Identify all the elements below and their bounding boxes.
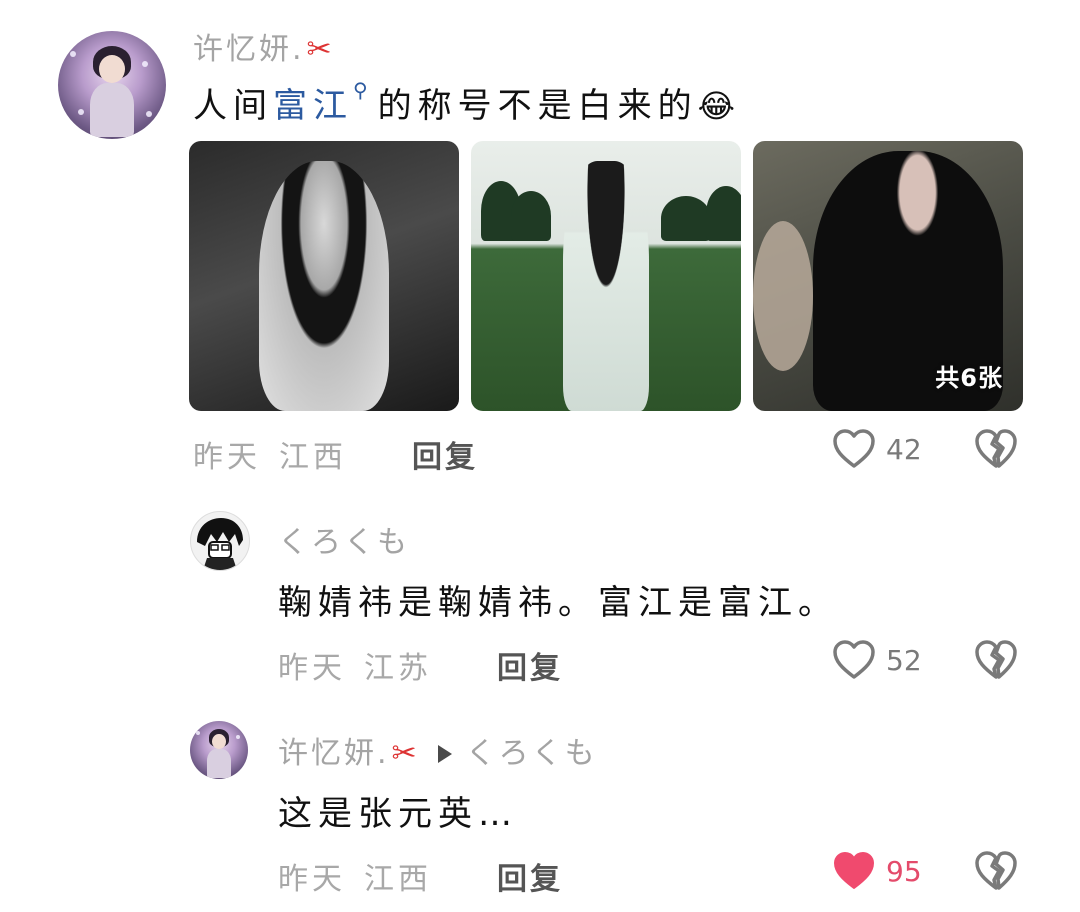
reply-meta: 昨天 江西: [278, 854, 432, 898]
broken-heart-icon: [975, 640, 1017, 679]
comment-location: 江西: [279, 440, 347, 475]
photo-thumbnail-2[interactable]: [471, 141, 741, 411]
search-icon: ⚲: [353, 78, 374, 102]
like-button[interactable]: 52: [832, 639, 922, 681]
photo-count-badge: 共6张: [935, 364, 1003, 392]
like-count: 52: [886, 643, 922, 677]
comment-meta: 昨天 江西: [193, 432, 347, 476]
reply-button[interactable]: 回复: [497, 643, 563, 687]
dislike-button[interactable]: [973, 850, 1019, 896]
reply-location: 江苏: [364, 651, 432, 686]
photo-thumbnail-3[interactable]: 共6张: [753, 141, 1023, 411]
like-count: 42: [886, 432, 922, 466]
reply-meta: 昨天 江苏: [278, 643, 432, 687]
broken-heart-icon: [975, 851, 1017, 890]
heart-outline-icon: [833, 640, 875, 679]
heart-outline-icon: [833, 429, 875, 468]
reply-to-arrow-icon: [437, 744, 452, 763]
like-button[interactable]: 42: [832, 428, 922, 470]
comment-username[interactable]: 许忆妍.✂: [193, 24, 335, 68]
scissors-icon: ✂: [391, 736, 420, 771]
photo-thumbnail-1[interactable]: [189, 141, 459, 411]
keyword-text: 富江: [273, 86, 353, 126]
comment-time: 昨天: [193, 440, 261, 475]
reply-button[interactable]: 回复: [497, 854, 563, 898]
reply-time: 昨天: [278, 651, 346, 686]
reply-button[interactable]: 回复: [412, 432, 478, 476]
comment-text: 人间富江⚲ 的称号不是白来的😂: [193, 78, 741, 127]
user-avatar[interactable]: [58, 31, 166, 139]
username-text: 许忆妍.: [193, 32, 305, 67]
keyword-link[interactable]: 富江⚲: [273, 78, 378, 126]
reply-text: 这是张元英…: [278, 794, 518, 834]
comment-thread: 许忆妍.✂ 人间富江⚲ 的称号不是白来的😂 共6张 昨天 江西 回复 42 くろ…: [0, 0, 1080, 912]
reply-avatar[interactable]: [190, 721, 248, 779]
like-button[interactable]: 95: [832, 850, 922, 892]
dislike-button[interactable]: [973, 639, 1019, 685]
laughing-emoji: 😂: [697, 87, 742, 125]
username-text: 许忆妍.: [278, 736, 390, 771]
reply-time: 昨天: [278, 862, 346, 897]
comment-text-part: 人间: [193, 86, 273, 126]
dislike-button[interactable]: [973, 428, 1019, 474]
reply-location: 江西: [364, 862, 432, 897]
reply-to-username[interactable]: くろくも: [466, 736, 598, 771]
heart-filled-icon: [834, 852, 874, 889]
reply-username[interactable]: 许忆妍.✂ くろくも: [278, 728, 598, 772]
reply-username[interactable]: くろくも: [278, 517, 410, 561]
broken-heart-icon: [975, 429, 1017, 468]
comment-text-part: 的称号不是白来的: [377, 86, 698, 126]
reply-avatar[interactable]: [190, 511, 250, 571]
like-count: 95: [886, 854, 922, 888]
reply-text: 鞠婧祎是鞠婧祎。富江是富江。: [278, 583, 838, 623]
scissors-icon: ✂: [306, 32, 335, 67]
